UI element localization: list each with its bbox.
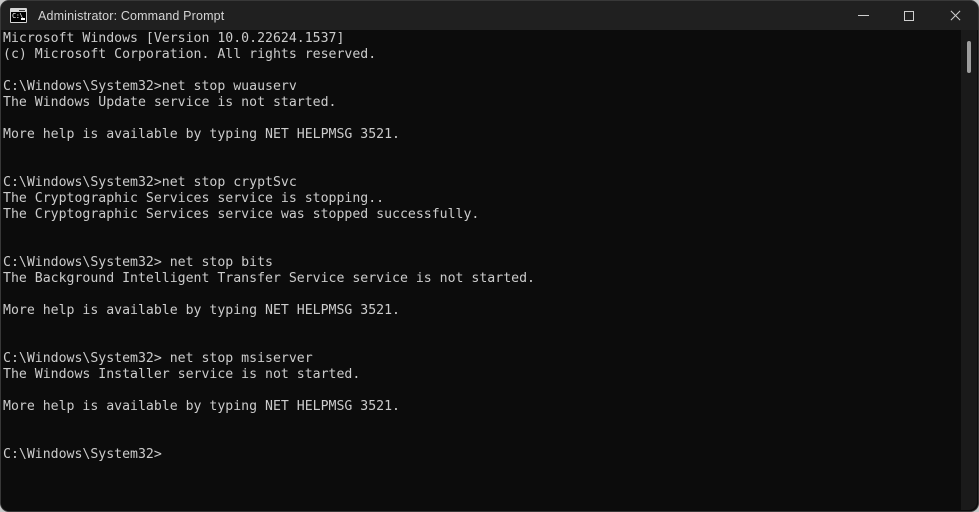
close-icon [949,10,961,22]
terminal-line: The Windows Installer service is not sta… [3,367,361,382]
command-prompt-window: C:\ Administrator: Command Prompt Micros… [0,0,979,512]
terminal-line: More help is available by typing NET HEL… [3,303,400,318]
terminal-line: More help is available by typing NET HEL… [3,127,400,142]
terminal-line: The Cryptographic Services service was s… [3,207,480,222]
title-bar-left: C:\ Administrator: Command Prompt [1,8,224,23]
terminal-line: Microsoft Windows [Version 10.0.22624.15… [3,31,345,46]
screenshot-root: C:\ Administrator: Command Prompt Micros… [0,0,979,512]
terminal-scrollbar[interactable] [961,30,977,510]
terminal-line: More help is available by typing NET HEL… [3,399,400,414]
terminal-line: C:\Windows\System32>net stop wuauserv [3,79,297,94]
terminal-line: (c) Microsoft Corporation. All rights re… [3,47,377,62]
minimize-button[interactable] [840,1,886,30]
terminal-output: Microsoft Windows [Version 10.0.22624.15… [3,31,960,463]
terminal-line: C:\Windows\System32>net stop cryptSvc [3,175,297,190]
scrollbar-thumb[interactable] [967,41,971,73]
terminal-line: C:\Windows\System32> net stop msiserver [3,351,313,366]
terminal-line: C:\Windows\System32> net stop bits [3,255,273,270]
terminal-body[interactable]: Microsoft Windows [Version 10.0.22624.15… [1,30,978,511]
minimize-icon [857,15,869,16]
window-controls [840,1,978,30]
terminal-line: The Background Intelligent Transfer Serv… [3,271,535,286]
terminal-line: The Windows Update service is not starte… [3,95,337,110]
terminal-line: C:\Windows\System32> [3,447,162,462]
command-prompt-icon: C:\ [10,8,27,23]
terminal-line: The Cryptographic Services service is st… [3,191,385,206]
icon-cursor-decoration [21,18,25,20]
title-bar[interactable]: C:\ Administrator: Command Prompt [1,1,978,30]
window-title: Administrator: Command Prompt [38,8,225,23]
maximize-icon [904,10,914,21]
close-button[interactable] [932,1,978,30]
maximize-button[interactable] [886,1,932,30]
